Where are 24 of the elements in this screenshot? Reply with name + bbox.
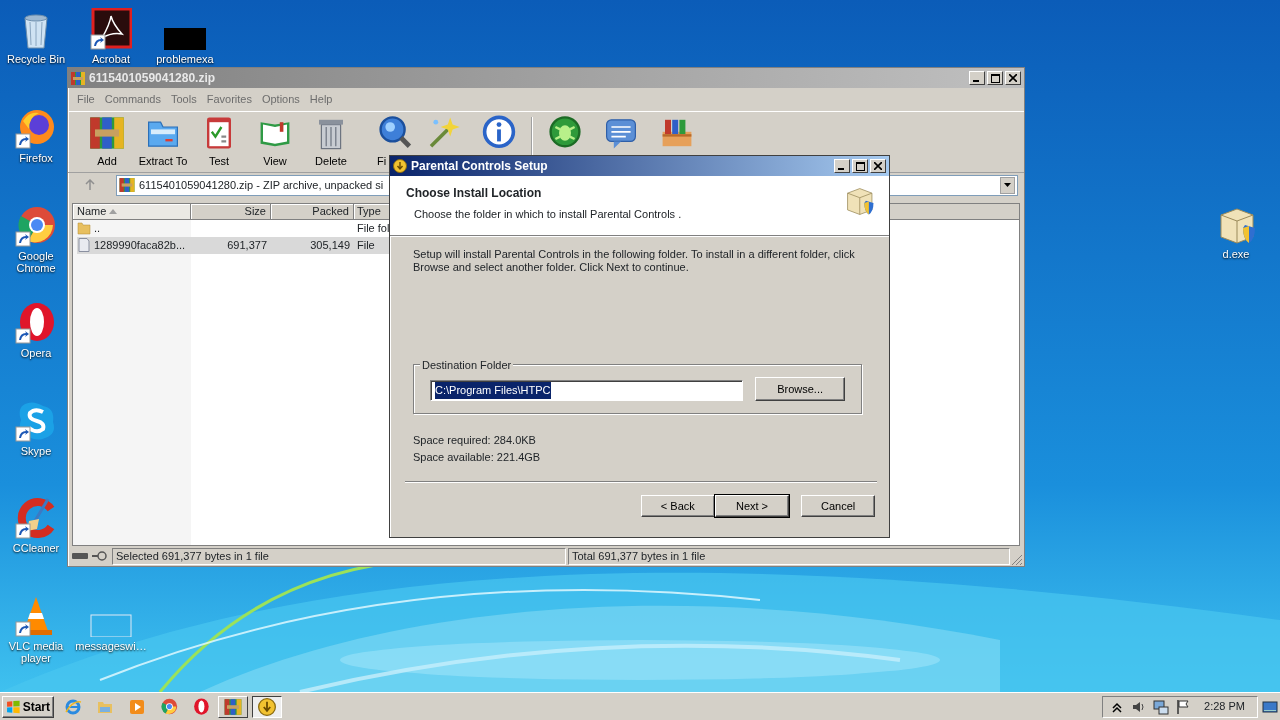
- icon-label: d.exe: [1222, 248, 1250, 260]
- icon-label: Firefox: [19, 152, 53, 164]
- dialog-heading: Choose Install Location: [406, 185, 543, 202]
- icon-label: CCleaner: [12, 542, 60, 554]
- space-required-text: Space required: 284.0KB: [413, 433, 537, 448]
- window-title: 6115401059041280.zip: [89, 70, 216, 87]
- icon-label: Acrobat: [92, 53, 130, 65]
- window-title: Parental Controls Setup: [411, 158, 548, 175]
- icon-label: VLC media player: [7, 640, 65, 664]
- space-available-text: Space available: 221.4GB: [413, 450, 542, 465]
- icon-label: Recycle Bin: [6, 53, 66, 65]
- icon-label: Skype: [20, 445, 52, 457]
- dialog-subheading: Choose the folder in which to install Parental Controls .: [414, 207, 682, 222]
- icon-label: Opera: [20, 347, 52, 359]
- instruction-text: Setup will install Parental Controls in the following folder. To install in a different folder, click Browse and select another folder. Click Next to continue.: [413, 248, 856, 274]
- file-type: File fol: [357, 221, 390, 234]
- icon-label: messageswi…: [75, 640, 147, 652]
- icon-label: problemexa: [156, 53, 214, 65]
- packed-size: 305,149: [310, 238, 350, 251]
- status-text: Total 691,377 bytes in 1 file: [568, 547, 1010, 565]
- icon-label: Google Chrome: [15, 250, 57, 274]
- file-size: 691,377: [227, 238, 267, 251]
- file-type: File: [357, 238, 375, 251]
- status-text: Selected 691,377 bytes in 1 file: [112, 547, 566, 565]
